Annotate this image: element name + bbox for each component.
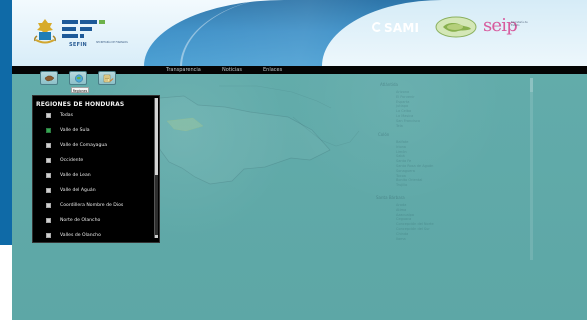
region-label-valle-de-lean: Valle de Lean bbox=[60, 173, 91, 178]
region-label-valles-de-olancho: Valles de Olancho bbox=[60, 233, 101, 238]
nav-enlaces[interactable]: Enlaces bbox=[263, 66, 282, 74]
nav-noticias[interactable]: Noticias bbox=[222, 66, 242, 74]
map-view-button[interactable] bbox=[40, 71, 58, 85]
map-label-colon: Colón bbox=[378, 132, 390, 137]
regions-tooltip: Regiones bbox=[71, 87, 89, 93]
honduras-map-icon bbox=[44, 75, 55, 82]
region-item-norte-de-olancho[interactable]: Norte de Olancho bbox=[38, 216, 148, 226]
map-legend-scrollbar[interactable] bbox=[530, 78, 533, 260]
map-toolbar: Regiones bbox=[12, 66, 142, 96]
seip-logo-subtext: Secretaría de Estado bbox=[511, 21, 528, 27]
region-checkbox-valle-de-sula[interactable] bbox=[46, 128, 51, 133]
coat-of-arms-icon bbox=[34, 19, 56, 44]
region-item-occidente[interactable]: Occidente bbox=[38, 156, 148, 166]
map-label-santa-barbara: Santa Bárbara bbox=[376, 195, 405, 200]
regions-button[interactable] bbox=[69, 71, 87, 85]
region-item-valle-de-sula[interactable]: Valle de Sula bbox=[38, 126, 148, 136]
left-blue-bar bbox=[0, 0, 12, 245]
region-checkbox-valle-de-comayagua[interactable] bbox=[46, 143, 51, 148]
header-curve-line bbox=[180, 0, 342, 66]
map-list-atlantida: Arizona El Porvenir Esparta Jutiapa La Ceiba… bbox=[396, 90, 421, 128]
sami-swoosh-icon bbox=[372, 22, 382, 32]
nav-transparencia[interactable]: Transparencia bbox=[166, 66, 201, 74]
sefin-brand-text: SEFIN bbox=[69, 42, 87, 48]
sami-logo: SAMI bbox=[372, 18, 424, 38]
region-label-occidente: Occidente bbox=[60, 158, 84, 163]
sefin-logo: SEFIN SECRETARÍA DE FINANZAS bbox=[32, 14, 134, 52]
region-checkbox-valle-del-aguan[interactable] bbox=[46, 188, 51, 193]
map-list-colon: Balfate Iriona Limón Sabá Santa Fe Santa Rosa… bbox=[396, 140, 434, 188]
region-checkbox-todas[interactable] bbox=[46, 113, 51, 118]
map-list-santa-barbara: Arada Atima Azacualpa Ceguaca Concepción del… bbox=[396, 203, 434, 241]
regions-panel-scrollbar[interactable] bbox=[154, 98, 158, 238]
region-checkbox-cordillera-nombre-de-dios[interactable] bbox=[46, 203, 51, 208]
region-checkbox-occidente[interactable] bbox=[46, 158, 51, 163]
regions-panel: REGIONES DE HONDURAS Todas Valle de Sula… bbox=[32, 95, 160, 243]
reports-button[interactable] bbox=[98, 71, 116, 85]
region-label-norte-de-olancho: Norte de Olancho bbox=[60, 218, 101, 223]
seip-logo: seip Secretaría de Estado bbox=[483, 14, 535, 38]
region-item-valle-de-comayagua[interactable]: Valle de Comayagua bbox=[38, 141, 148, 151]
sami-logo-text: SAMI bbox=[384, 21, 420, 35]
sefin-mark-icon bbox=[62, 20, 105, 38]
edit-list-icon bbox=[103, 74, 114, 83]
region-checkbox-valle-de-lean[interactable] bbox=[46, 173, 51, 178]
region-item-valles-de-olancho[interactable]: Valles de Olancho bbox=[38, 231, 148, 240]
map-label-atlantida: Atlántida bbox=[380, 82, 399, 87]
regions-list: Todas Valle de Sula Valle de Comayagua O… bbox=[38, 111, 148, 240]
region-item-valle-de-lean[interactable]: Valle de Lean bbox=[38, 171, 148, 181]
honduras-logo-icon bbox=[435, 16, 477, 38]
region-label-valle-de-sula: Valle de Sula bbox=[60, 128, 90, 133]
globe-icon bbox=[75, 74, 83, 83]
region-checkbox-valles-de-olancho[interactable] bbox=[46, 233, 51, 238]
region-label-valle-de-comayagua: Valle de Comayagua bbox=[60, 143, 108, 148]
sefin-brand-subtext: SECRETARÍA DE FINANZAS bbox=[96, 41, 128, 44]
header-banner: SEFIN SECRETARÍA DE FINANZAS SAMI seip S… bbox=[12, 0, 587, 66]
region-item-valle-del-aguan[interactable]: Valle del Aguán bbox=[38, 186, 148, 196]
left-white-strip bbox=[0, 245, 12, 320]
region-label-todas: Todas bbox=[60, 113, 73, 118]
scroll-thumb[interactable] bbox=[155, 99, 158, 175]
region-checkbox-norte-de-olancho[interactable] bbox=[46, 218, 51, 223]
region-label-valle-del-aguan: Valle del Aguán bbox=[60, 188, 96, 193]
regions-panel-title: REGIONES DE HONDURAS bbox=[36, 101, 125, 108]
scroll-down-arrow[interactable] bbox=[155, 235, 158, 238]
region-item-cordillera-nombre-de-dios[interactable]: Coordillera Nombre de Dios bbox=[38, 201, 148, 211]
region-item-todas[interactable]: Todas bbox=[38, 111, 148, 121]
region-label-cordillera-nombre-de-dios: Coordillera Nombre de Dios bbox=[60, 203, 124, 208]
page: SEFIN SECRETARÍA DE FINANZAS SAMI seip S… bbox=[0, 0, 587, 320]
